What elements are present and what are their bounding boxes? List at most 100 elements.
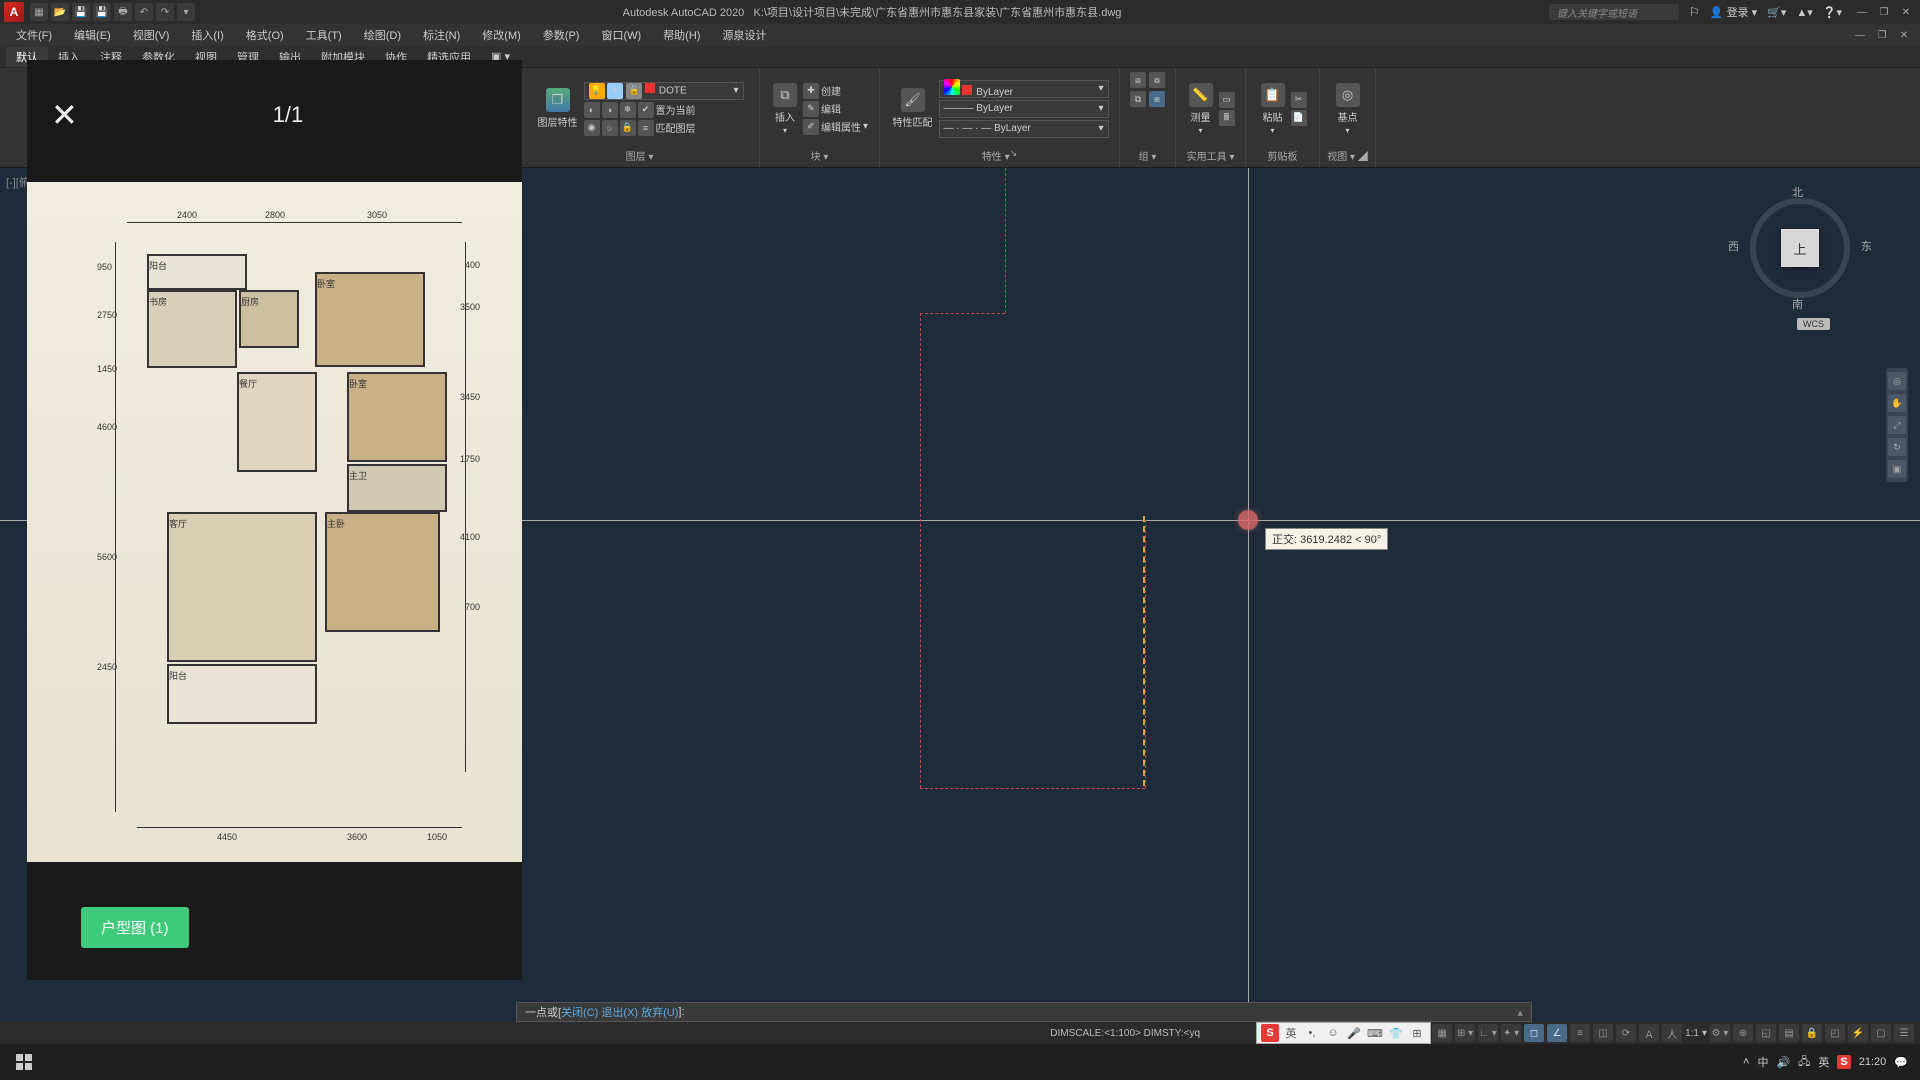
osnap-button[interactable]: ◻ <box>1524 1024 1544 1042</box>
edit-attr-icon[interactable]: ✐ <box>803 119 819 135</box>
new-icon[interactable]: ▦ <box>30 3 48 21</box>
create-label[interactable]: 创建 <box>821 83 841 98</box>
doc-minimize-button[interactable]: — <box>1850 27 1870 43</box>
ime-emoji-icon[interactable]: ☺ <box>1324 1024 1342 1042</box>
layer-lock-icon[interactable]: 🔒 <box>620 120 636 136</box>
zoom-extents-icon[interactable]: ⤢ <box>1888 416 1906 434</box>
maximize-button[interactable]: ❐ <box>1874 4 1894 20</box>
paste-button[interactable]: 📋 粘贴▾ <box>1259 81 1287 137</box>
match-layer-label[interactable]: 匹配图层 <box>656 120 696 135</box>
ime-keyboard-icon[interactable]: ⌨ <box>1366 1024 1384 1042</box>
annotation-monitor-button[interactable]: ⊕ <box>1733 1024 1753 1042</box>
annoscale-button[interactable]: Ａ <box>1639 1024 1659 1042</box>
app-logo[interactable]: A <box>4 2 24 22</box>
layer-freeze-icon[interactable]: ❄ <box>620 102 636 118</box>
layer-properties-button[interactable]: ❒ 图层特性 <box>536 86 580 131</box>
lineweight-button[interactable]: ≡ <box>1570 1024 1590 1042</box>
select-all-icon[interactable]: ▭ <box>1219 92 1235 108</box>
match-properties-button[interactable]: 🖌 特性匹配 <box>891 86 935 131</box>
minimize-button[interactable]: — <box>1852 4 1872 20</box>
layer-dropdown[interactable]: 💡 ☀ 🔓 DOTE ▾ <box>584 82 744 100</box>
units-button[interactable]: ◱ <box>1756 1024 1776 1042</box>
menu-draw[interactable]: 绘图(D) <box>354 25 411 45</box>
edit-attr-label[interactable]: 编辑属性 <box>821 119 861 134</box>
tray-network-icon[interactable]: 🖧 <box>1798 1053 1810 1072</box>
copy-icon[interactable]: 📄 <box>1291 110 1307 126</box>
otrack-button[interactable]: ∠ <box>1547 1024 1567 1042</box>
edit-block-icon[interactable]: ✎ <box>803 101 819 117</box>
navcube-top-face[interactable]: 上 <box>1781 229 1819 267</box>
color-dropdown[interactable]: ByLayer▾ <box>939 80 1109 98</box>
insert-block-button[interactable]: ⧉ 插入▾ <box>771 81 799 137</box>
help-icon[interactable]: ❔▾ <box>1823 6 1842 19</box>
match-layer-icon[interactable]: ≡ <box>638 120 654 136</box>
group-select-icon[interactable]: ⧆ <box>1149 91 1165 107</box>
layer-on-icon[interactable]: ◉ <box>584 120 600 136</box>
cmd-option-close[interactable]: 关闭(C) <box>561 1004 598 1020</box>
floorplan-image[interactable]: 2400 2800 3050 950 2750 1450 4600 5600 2… <box>27 182 522 862</box>
tray-ime2[interactable]: 英 <box>1818 1054 1829 1070</box>
menu-window[interactable]: 窗口(W) <box>591 25 651 45</box>
clean-screen-button[interactable]: ▢ <box>1871 1024 1891 1042</box>
sogou-logo-icon[interactable]: S <box>1261 1024 1279 1042</box>
menu-dimension[interactable]: 标注(N) <box>413 25 470 45</box>
undo-icon[interactable]: ↶ <box>135 3 153 21</box>
menu-tools[interactable]: 工具(T) <box>296 25 352 45</box>
start-button[interactable] <box>4 1046 44 1078</box>
view-cube[interactable]: 北 南 西 东 上 <box>1740 188 1860 308</box>
saveas-icon[interactable]: 💾 <box>93 3 111 21</box>
transparency-button[interactable]: ◫ <box>1593 1024 1613 1042</box>
redo-icon[interactable]: ↷ <box>156 3 174 21</box>
cycling-button[interactable]: ⟳ <box>1616 1024 1636 1042</box>
plot-icon[interactable]: 🖶 <box>114 3 132 21</box>
wcs-label[interactable]: WCS <box>1797 318 1830 330</box>
menu-help[interactable]: 帮助(H) <box>653 25 710 45</box>
qat-more-icon[interactable]: ▾ <box>177 3 195 21</box>
menu-parametric[interactable]: 参数(P) <box>533 25 590 45</box>
basepoint-button[interactable]: ◎ 基点▾ <box>1334 81 1362 137</box>
layer-iso-icon[interactable]: ◑ <box>602 102 618 118</box>
command-line[interactable]: 一点或[ 关闭(C) 退出(X) 放弃(U) ]: ▴ <box>516 1002 1532 1022</box>
scale-ratio[interactable]: 1:1 <box>1685 1028 1699 1039</box>
menu-insert[interactable]: 插入(I) <box>181 25 233 45</box>
navcube-east[interactable]: 东 <box>1861 238 1872 254</box>
navcube-west[interactable]: 西 <box>1728 238 1739 254</box>
edit-label[interactable]: 编辑 <box>821 101 841 116</box>
cmd-history-icon[interactable]: ▴ <box>1517 1006 1523 1019</box>
menu-format[interactable]: 格式(O) <box>236 25 294 45</box>
annovisibility-button[interactable]: 人 <box>1662 1024 1682 1042</box>
steering-wheel-icon[interactable]: ◎ <box>1888 372 1906 390</box>
lineweight-dropdown[interactable]: ——— ByLayer▾ <box>939 100 1109 118</box>
doc-close-button[interactable]: ✕ <box>1894 27 1914 43</box>
group-icon[interactable]: ⧈ <box>1130 72 1146 88</box>
menu-file[interactable]: 文件(F) <box>6 25 62 45</box>
layer-off-icon[interactable]: ○ <box>602 120 618 136</box>
ime-toolbox-icon[interactable]: ⊞ <box>1408 1024 1426 1042</box>
doc-maximize-button[interactable]: ❐ <box>1872 27 1892 43</box>
ime-toolbar[interactable]: S 英 •, ☺ 🎤 ⌨ 👕 ⊞ <box>1256 1022 1431 1044</box>
isolate-button[interactable]: ◰ <box>1825 1024 1845 1042</box>
layer-state-icon[interactable]: ◐ <box>584 102 600 118</box>
group-edit-icon[interactable]: ⧉ <box>1130 91 1146 107</box>
cmd-option-undo[interactable]: 放弃(U) <box>641 1004 678 1020</box>
tray-clock[interactable]: 21:20 <box>1859 1056 1887 1068</box>
tray-volume-icon[interactable]: 🔊 <box>1776 1056 1790 1069</box>
open-icon[interactable]: 📂 <box>51 3 69 21</box>
menu-view[interactable]: 视图(V) <box>123 25 180 45</box>
ime-skin-icon[interactable]: 👕 <box>1387 1024 1405 1042</box>
pan-icon[interactable]: ✋ <box>1888 394 1906 412</box>
workspace-button[interactable]: ⚙ ▾ <box>1710 1024 1730 1042</box>
menu-edit[interactable]: 编辑(E) <box>64 25 121 45</box>
infocenter-icon[interactable]: ⚐ <box>1689 5 1700 19</box>
help-search-input[interactable]: 键入关键字或短语 <box>1549 4 1679 20</box>
app-exchange-icon[interactable]: ▲▾ <box>1796 6 1812 19</box>
orbit-icon[interactable]: ↻ <box>1888 438 1906 456</box>
grid-button[interactable]: ⊞ ▾ <box>1455 1024 1475 1042</box>
close-button[interactable]: ✕ <box>1896 4 1916 20</box>
floorplan-button[interactable]: 户型图 (1) <box>81 907 189 948</box>
set-current-label[interactable]: 置为当前 <box>656 102 696 117</box>
tray-ime1[interactable]: 中 <box>1757 1054 1768 1070</box>
save-icon[interactable]: 💾 <box>72 3 90 21</box>
cart-icon[interactable]: 🛒▾ <box>1767 6 1786 19</box>
close-icon[interactable]: ✕ <box>51 96 78 134</box>
